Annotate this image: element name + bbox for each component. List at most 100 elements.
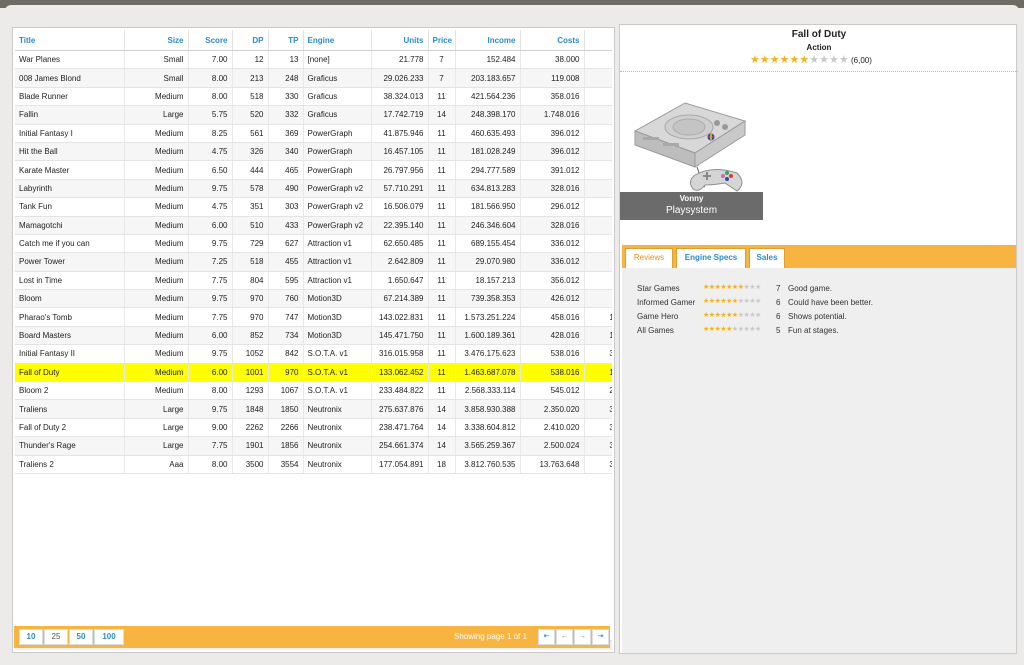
cell-income: 460.635.493: [455, 124, 521, 143]
cell-income: 181.566.950: [455, 197, 521, 217]
cell-tp: 1067: [268, 381, 304, 401]
table-row[interactable]: Fall of Duty 2 Large 9.00 2262 2266 Neutronix…: [15, 418, 612, 438]
column-header-units[interactable]: Units: [371, 30, 429, 51]
tab-sales[interactable]: Sales: [749, 248, 785, 268]
cell-size: Medium: [124, 124, 189, 143]
cell-profit: 246.65: [584, 105, 612, 125]
cell-costs: 356.012: [520, 271, 585, 291]
table-row[interactable]: Bloom Medium 9.75 970 760 Motion3D 67.214.389 1…: [15, 289, 612, 309]
prev-page-icon[interactable]: ←: [556, 629, 573, 645]
table-row[interactable]: Thunder's Rage Large 7.75 1901 1856 Neutronix…: [15, 436, 612, 456]
cell-title: Labyrinth: [15, 179, 125, 199]
cell-score: 6.00: [188, 363, 233, 383]
cell-engine: Attraction v1: [303, 234, 372, 254]
table-row[interactable]: Lost in Time Medium 7.75 804 595 Attraction v…: [15, 271, 612, 291]
cell-costs: 336.012: [520, 234, 585, 254]
column-header-costs[interactable]: Costs: [520, 30, 585, 51]
table-row[interactable]: Labyrinth Medium 9.75 578 490 PowerGraph v2 57…: [15, 179, 612, 199]
column-header-tp[interactable]: TP: [268, 30, 304, 51]
table-row[interactable]: Blade Runner Medium 8.00 518 330 Graficus 38.3…: [15, 87, 612, 107]
review-text: Good game.: [788, 284, 833, 293]
column-header-dp[interactable]: DP: [232, 30, 269, 51]
cell-score: 7.75: [188, 307, 233, 327]
console-image-icon: [633, 102, 747, 192]
cell-title: Power Tower: [15, 252, 125, 272]
column-header-profit[interactable]: P: [584, 30, 612, 51]
cell-score: 6.00: [188, 326, 233, 346]
cell-engine: PowerGraph: [303, 142, 372, 162]
cell-dp: 852: [232, 326, 269, 346]
cell-title: Traliens 2: [15, 455, 125, 474]
cell-engine: Graficus: [303, 68, 372, 88]
review-stars-icon: ★★★★★★★★★★: [703, 312, 761, 319]
column-header-engine[interactable]: Engine: [303, 30, 372, 51]
cell-score: 6.00: [188, 216, 233, 235]
tab-reviews[interactable]: Reviews: [625, 248, 673, 268]
last-page-icon[interactable]: ⇥: [592, 629, 609, 645]
page-size-10-button[interactable]: 10: [19, 629, 43, 645]
table-row[interactable]: Hit the Ball Medium 4.75 326 340 PowerGraph 16…: [15, 142, 612, 162]
cell-size: Medium: [124, 216, 189, 235]
cell-income: 29.070.980: [455, 252, 521, 272]
cell-title: Karate Master: [15, 160, 125, 180]
cell-profit: 246.01: [584, 216, 612, 235]
table-row[interactable]: Board Masters Medium 6.00 852 734 Motion3D 145…: [15, 326, 612, 346]
first-page-icon[interactable]: ⇤: [538, 629, 555, 645]
cell-tp: 13: [268, 50, 304, 70]
cell-price: 11: [428, 124, 456, 143]
cell-score: 7.75: [188, 436, 233, 456]
column-header-size[interactable]: Size: [124, 30, 189, 51]
table-row-selected[interactable]: Fall of Duty Medium 6.00 1001 970 S.O.T.A. v1…: [15, 363, 612, 383]
column-header-score[interactable]: Score: [188, 30, 233, 51]
cell-costs: 336.012: [520, 252, 585, 272]
cell-income: 203.183.657: [455, 68, 521, 88]
tab-engine-specs[interactable]: Engine Specs: [676, 248, 746, 268]
cell-price: 11: [428, 381, 456, 401]
table-row[interactable]: Initial Fantasy II Medium 9.75 1052 842 S.O.T…: [15, 344, 612, 364]
cell-size: Medium: [124, 87, 189, 107]
page-size-50-button[interactable]: 50: [69, 629, 93, 645]
cell-title: Bloom: [15, 289, 125, 309]
table-row[interactable]: Initial Fantasy I Medium 8.25 561 369 PowerGr…: [15, 124, 612, 143]
table-row[interactable]: War Planes Small 7.00 12 13 [none] 21.778 7 152.…: [15, 50, 612, 70]
table-row[interactable]: Traliens 2 Aaa 8.00 3500 3554 Neutronix 177.05…: [15, 455, 612, 474]
table-row[interactable]: Catch me if you can Medium 9.75 729 627 Attra…: [15, 234, 612, 254]
cell-tp: 970: [268, 363, 304, 383]
next-page-icon[interactable]: →: [574, 629, 591, 645]
cell-title: War Planes: [15, 50, 125, 70]
cell-profit: 180.63: [584, 142, 612, 162]
table-row[interactable]: Traliens Large 9.75 1848 1850 Neutronix 275.63…: [15, 399, 612, 419]
page-size-25-button[interactable]: 25: [44, 629, 68, 645]
table-row[interactable]: 008 James Blond Small 8.00 213 248 Graficus 29…: [15, 68, 612, 88]
review-stars-icon: ★★★★★★★★★★: [703, 284, 761, 291]
column-header-price[interactable]: Price: [428, 30, 456, 51]
cell-price: 11: [428, 216, 456, 235]
table-row[interactable]: Power Tower Medium 7.25 518 455 Attraction v1…: [15, 252, 612, 272]
table-row[interactable]: Pharao's Tomb Medium 7.75 970 747 Motion3D 143…: [15, 307, 612, 327]
cell-units: 26.797.956: [371, 160, 429, 180]
cell-engine: S.O.T.A. v1: [303, 363, 372, 383]
cell-income: 3.858.930.388: [455, 399, 521, 419]
cell-title: Thunder's Rage: [15, 436, 125, 456]
table-row[interactable]: Fallin Large 5.75 520 332 Graficus 17.742.719 1…: [15, 105, 612, 125]
page-info: Showing page 1 of 1: [454, 632, 527, 641]
cell-tp: 455: [268, 252, 304, 272]
page-size-100-button[interactable]: 100: [94, 629, 124, 645]
cell-costs: 396.012: [520, 124, 585, 143]
cell-costs: 545.012: [520, 381, 585, 401]
table-row[interactable]: Karate Master Medium 6.50 444 465 PowerGraph 2…: [15, 160, 612, 180]
cell-price: 11: [428, 87, 456, 107]
column-header-income[interactable]: Income: [455, 30, 521, 51]
table-row[interactable]: Tank Fun Medium 4.75 351 303 PowerGraph v2 16.…: [15, 197, 612, 217]
column-header-title[interactable]: Title: [15, 30, 125, 51]
cell-income: 3.476.175.623: [455, 344, 521, 364]
review-text: Shows potential.: [788, 312, 847, 321]
cell-size: Medium: [124, 307, 189, 327]
table-row[interactable]: Bloom 2 Medium 8.00 1293 1067 S.O.T.A. v1 233.…: [15, 381, 612, 401]
cell-size: Small: [124, 50, 189, 70]
cell-costs: 2.410.020: [520, 418, 585, 438]
cell-profit: 634.48: [584, 179, 612, 199]
cell-price: 11: [428, 363, 456, 383]
table-row[interactable]: Mamagotchi Medium 6.00 510 433 PowerGraph v2 2…: [15, 216, 612, 235]
cell-price: 11: [428, 289, 456, 309]
